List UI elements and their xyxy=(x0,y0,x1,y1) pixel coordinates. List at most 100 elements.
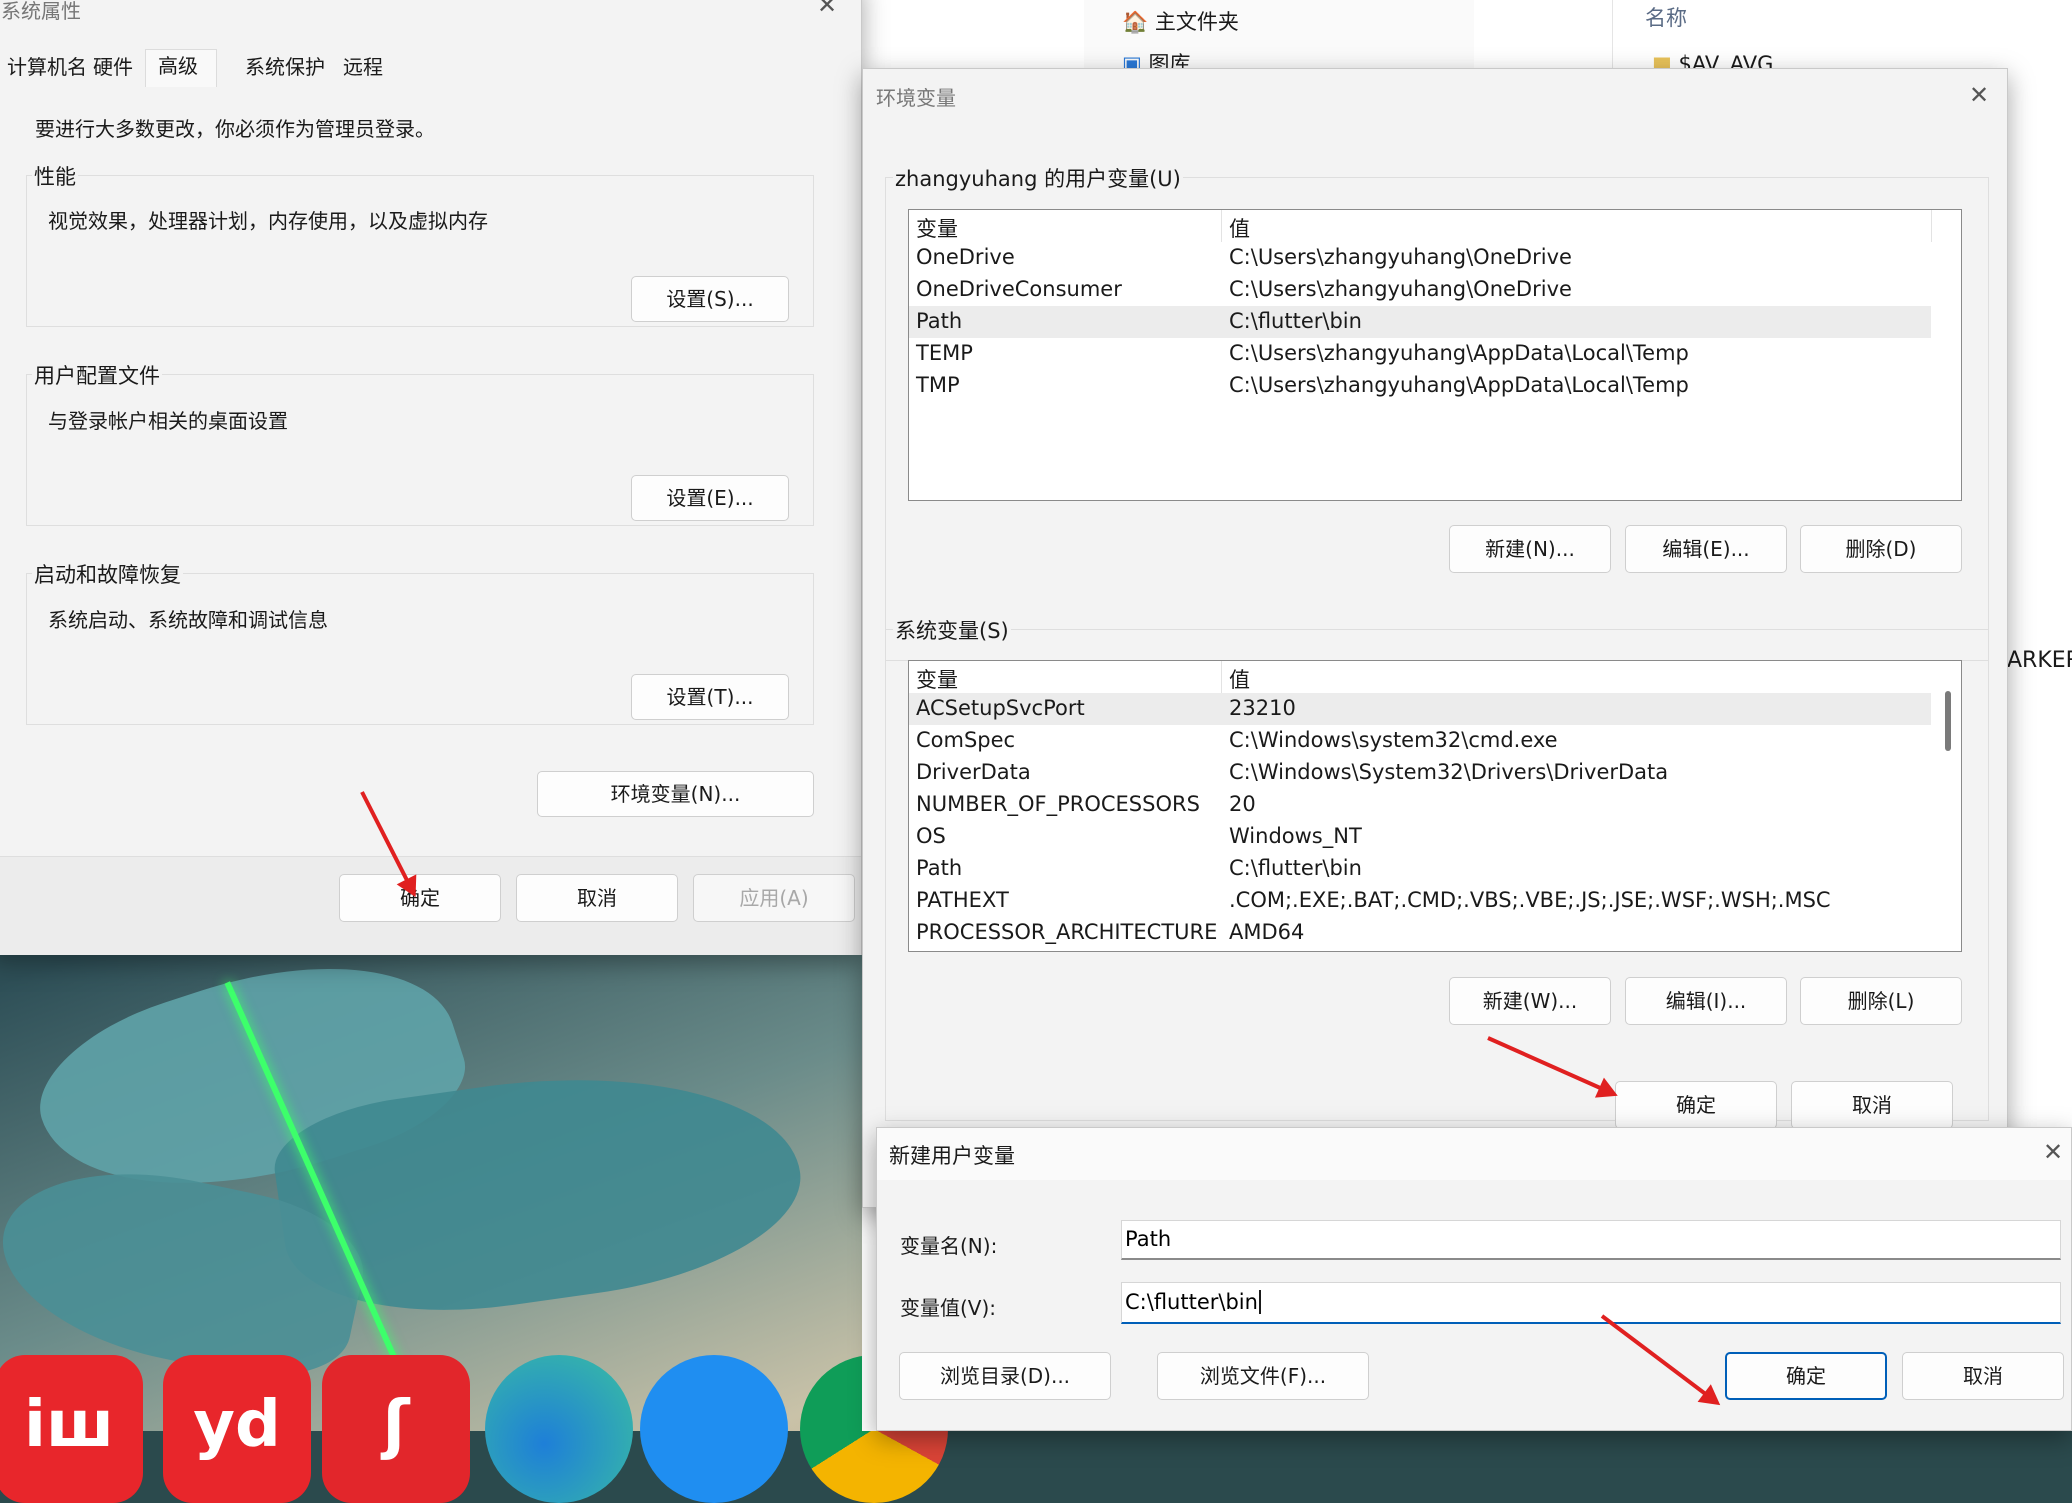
system-delete-button[interactable]: 删除(L) xyxy=(1800,977,1962,1025)
tab-remote[interactable]: 远程 xyxy=(343,51,383,80)
column-separator xyxy=(1931,210,1932,242)
new-user-variable-dialog: 新建用户变量 ✕ 变量名(N): Path 变量值(V): C:\flutter… xyxy=(876,1127,2072,1431)
admin-note: 要进行大多数更改，你必须作为管理员登录。 xyxy=(35,117,435,141)
variable-name-label: 变量名(N): xyxy=(900,1234,998,1258)
user-new-button[interactable]: 新建(N)... xyxy=(1449,525,1611,573)
variable-name: NUMBER_OF_PROCESSORS xyxy=(916,792,1200,816)
tab-system-protection[interactable]: 系统保护 xyxy=(245,51,325,80)
variable-name: OS xyxy=(916,824,946,848)
cancel-button[interactable]: 取消 xyxy=(1902,1352,2064,1400)
tab-advanced[interactable]: 高级 xyxy=(145,49,217,87)
startup-recovery-settings-button[interactable]: 设置(T)... xyxy=(631,674,789,720)
partial-text: ARKER xyxy=(2007,648,2072,673)
environment-variables-button[interactable]: 环境变量(N)... xyxy=(537,771,814,817)
ok-button[interactable]: 确定 xyxy=(1725,1352,1887,1400)
variable-name: PATHEXT xyxy=(916,888,1009,912)
column-header-variable[interactable]: 变量 xyxy=(916,664,958,694)
dialog-titlebar xyxy=(877,1128,2071,1180)
browser-icon[interactable] xyxy=(640,1355,788,1503)
variable-name: ComSpec xyxy=(916,728,1016,752)
startup-recovery-label: 启动和故障恢复 xyxy=(32,559,183,589)
user-profile-desc: 与登录帐户相关的桌面设置 xyxy=(48,409,288,433)
system-variables-list[interactable]: 变量 值 ACSetupSvcPort 23210 ComSpec C:\Windo… xyxy=(908,660,1962,952)
variable-name: DriverData xyxy=(916,760,1031,784)
startup-recovery-desc: 系统启动、系统故障和调试信息 xyxy=(48,608,328,632)
text-cursor xyxy=(1258,1290,1261,1314)
column-separator xyxy=(1221,661,1222,693)
netease-music-icon[interactable]: ʃ xyxy=(322,1355,470,1503)
list-item[interactable]: PATHEXT .COM;.EXE;.BAT;.CMD;.VBS;.VBE;.JS… xyxy=(909,885,1931,917)
browse-directory-button[interactable]: 浏览目录(D)... xyxy=(899,1352,1111,1400)
variable-name: ACSetupSvcPort xyxy=(916,696,1085,720)
close-icon[interactable]: ✕ xyxy=(1969,81,1989,109)
variable-name: PROCESSOR_ARCHITECTURE xyxy=(916,920,1218,944)
video-app-label: iш xyxy=(24,1388,114,1462)
list-item[interactable]: DriverData C:\Windows\System32\Drivers\Dr… xyxy=(909,757,1931,789)
performance-settings-button[interactable]: 设置(S)... xyxy=(631,276,789,322)
column-separator xyxy=(1221,210,1222,242)
close-icon[interactable]: ✕ xyxy=(817,0,837,19)
variable-name: TEMP xyxy=(916,341,973,365)
variable-value-text: C:\flutter\bin xyxy=(1125,1290,1258,1314)
netease-music-label: ʃ xyxy=(382,1388,410,1462)
dialog-title: 新建用户变量 xyxy=(889,1144,1015,1168)
list-item[interactable]: Path C:\flutter\bin xyxy=(909,853,1931,885)
system-variables-label: 系统变量(S) xyxy=(893,615,1011,645)
list-item[interactable]: NUMBER_OF_PROCESSORS 20 xyxy=(909,789,1931,821)
variable-name: OneDriveConsumer xyxy=(916,277,1122,301)
cancel-button[interactable]: 取消 xyxy=(516,874,678,922)
system-new-button[interactable]: 新建(W)... xyxy=(1449,977,1611,1025)
user-profile-label: 用户配置文件 xyxy=(32,360,162,390)
variable-name: TMP xyxy=(916,373,960,397)
list-item[interactable]: ComSpec C:\Windows\system32\cmd.exe xyxy=(909,725,1931,757)
variable-value: .COM;.EXE;.BAT;.CMD;.VBS;.VBE;.JS;.JSE;.… xyxy=(1229,888,1831,912)
edge-icon[interactable] xyxy=(485,1355,633,1503)
youdao-label: yd xyxy=(193,1388,281,1462)
performance-desc: 视觉效果，处理器计划，内存使用，以及虚拟内存 xyxy=(48,209,488,233)
system-edit-button[interactable]: 编辑(I)... xyxy=(1625,977,1787,1025)
column-header-variable[interactable]: 变量 xyxy=(916,213,958,243)
variable-name: OneDrive xyxy=(916,245,1015,269)
variable-value: C:\flutter\bin xyxy=(1229,856,1362,880)
browse-file-button[interactable]: 浏览文件(F)... xyxy=(1157,1352,1369,1400)
column-header-value[interactable]: 值 xyxy=(1229,664,1250,694)
list-item-selected[interactable]: Path C:\flutter\bin xyxy=(909,306,1931,338)
environment-variables-window: 环境变量 ✕ zhangyuhang 的用户变量(U) 变量 值 OneDriv… xyxy=(862,68,2008,1208)
user-variables-label: zhangyuhang 的用户变量(U) xyxy=(893,163,1183,193)
scrollbar-thumb[interactable] xyxy=(1945,691,1951,751)
tab-hardware[interactable]: 硬件 xyxy=(93,51,133,80)
system-properties-window: 系统属性 ✕ 计算机名 硬件 高级 系统保护 远程 要进行大多数更改，你必须作为… xyxy=(0,0,862,955)
apply-button[interactable]: 应用(A) xyxy=(693,874,855,922)
list-item[interactable]: OS Windows_NT xyxy=(909,821,1931,853)
user-variables-list[interactable]: 变量 值 OneDrive C:\Users\zhangyuhang\OneDri… xyxy=(908,209,1962,501)
user-profile-settings-button[interactable]: 设置(E)... xyxy=(631,475,789,521)
nav-item-home[interactable]: 🏠 主文件夹 xyxy=(1122,6,1239,36)
variable-value-input[interactable]: C:\flutter\bin xyxy=(1121,1282,2061,1324)
list-item[interactable]: OneDriveConsumer C:\Users\zhangyuhang\One… xyxy=(909,274,1931,306)
variable-name-input[interactable]: Path xyxy=(1121,1220,2061,1260)
variable-value-label: 变量值(V): xyxy=(900,1296,997,1320)
ok-button[interactable]: 确定 xyxy=(1615,1081,1777,1129)
variable-value: Windows_NT xyxy=(1229,824,1362,848)
video-app-icon[interactable]: iш xyxy=(0,1355,143,1503)
youdao-icon[interactable]: yd xyxy=(163,1355,311,1503)
variable-value: C:\Users\zhangyuhang\OneDrive xyxy=(1229,277,1572,301)
user-edit-button[interactable]: 编辑(E)... xyxy=(1625,525,1787,573)
column-header-name[interactable]: 名称 xyxy=(1645,2,1687,32)
list-item[interactable]: TMP C:\Users\zhangyuhang\AppData\Local\Te… xyxy=(909,370,1931,402)
list-item[interactable]: TEMP C:\Users\zhangyuhang\AppData\Local\T… xyxy=(909,338,1931,370)
tab-computer-name[interactable]: 计算机名 xyxy=(7,51,87,80)
list-item[interactable]: OneDrive C:\Users\zhangyuhang\OneDrive xyxy=(909,242,1931,274)
close-icon[interactable]: ✕ xyxy=(2043,1138,2063,1166)
list-header: 变量 值 xyxy=(909,661,1931,693)
column-header-value[interactable]: 值 xyxy=(1229,213,1250,243)
list-item[interactable]: PROCESSOR_ARCHITECTURE AMD64 xyxy=(909,917,1931,949)
performance-label: 性能 xyxy=(32,161,78,191)
cancel-button[interactable]: 取消 xyxy=(1791,1081,1953,1129)
variable-value: C:\Windows\System32\Drivers\DriverData xyxy=(1229,760,1669,784)
variable-value: C:\flutter\bin xyxy=(1229,309,1362,333)
variable-value: 20 xyxy=(1229,792,1256,816)
list-item-selected[interactable]: ACSetupSvcPort 23210 xyxy=(909,693,1931,725)
user-delete-button[interactable]: 删除(D) xyxy=(1800,525,1962,573)
window-title: 环境变量 xyxy=(876,86,956,110)
